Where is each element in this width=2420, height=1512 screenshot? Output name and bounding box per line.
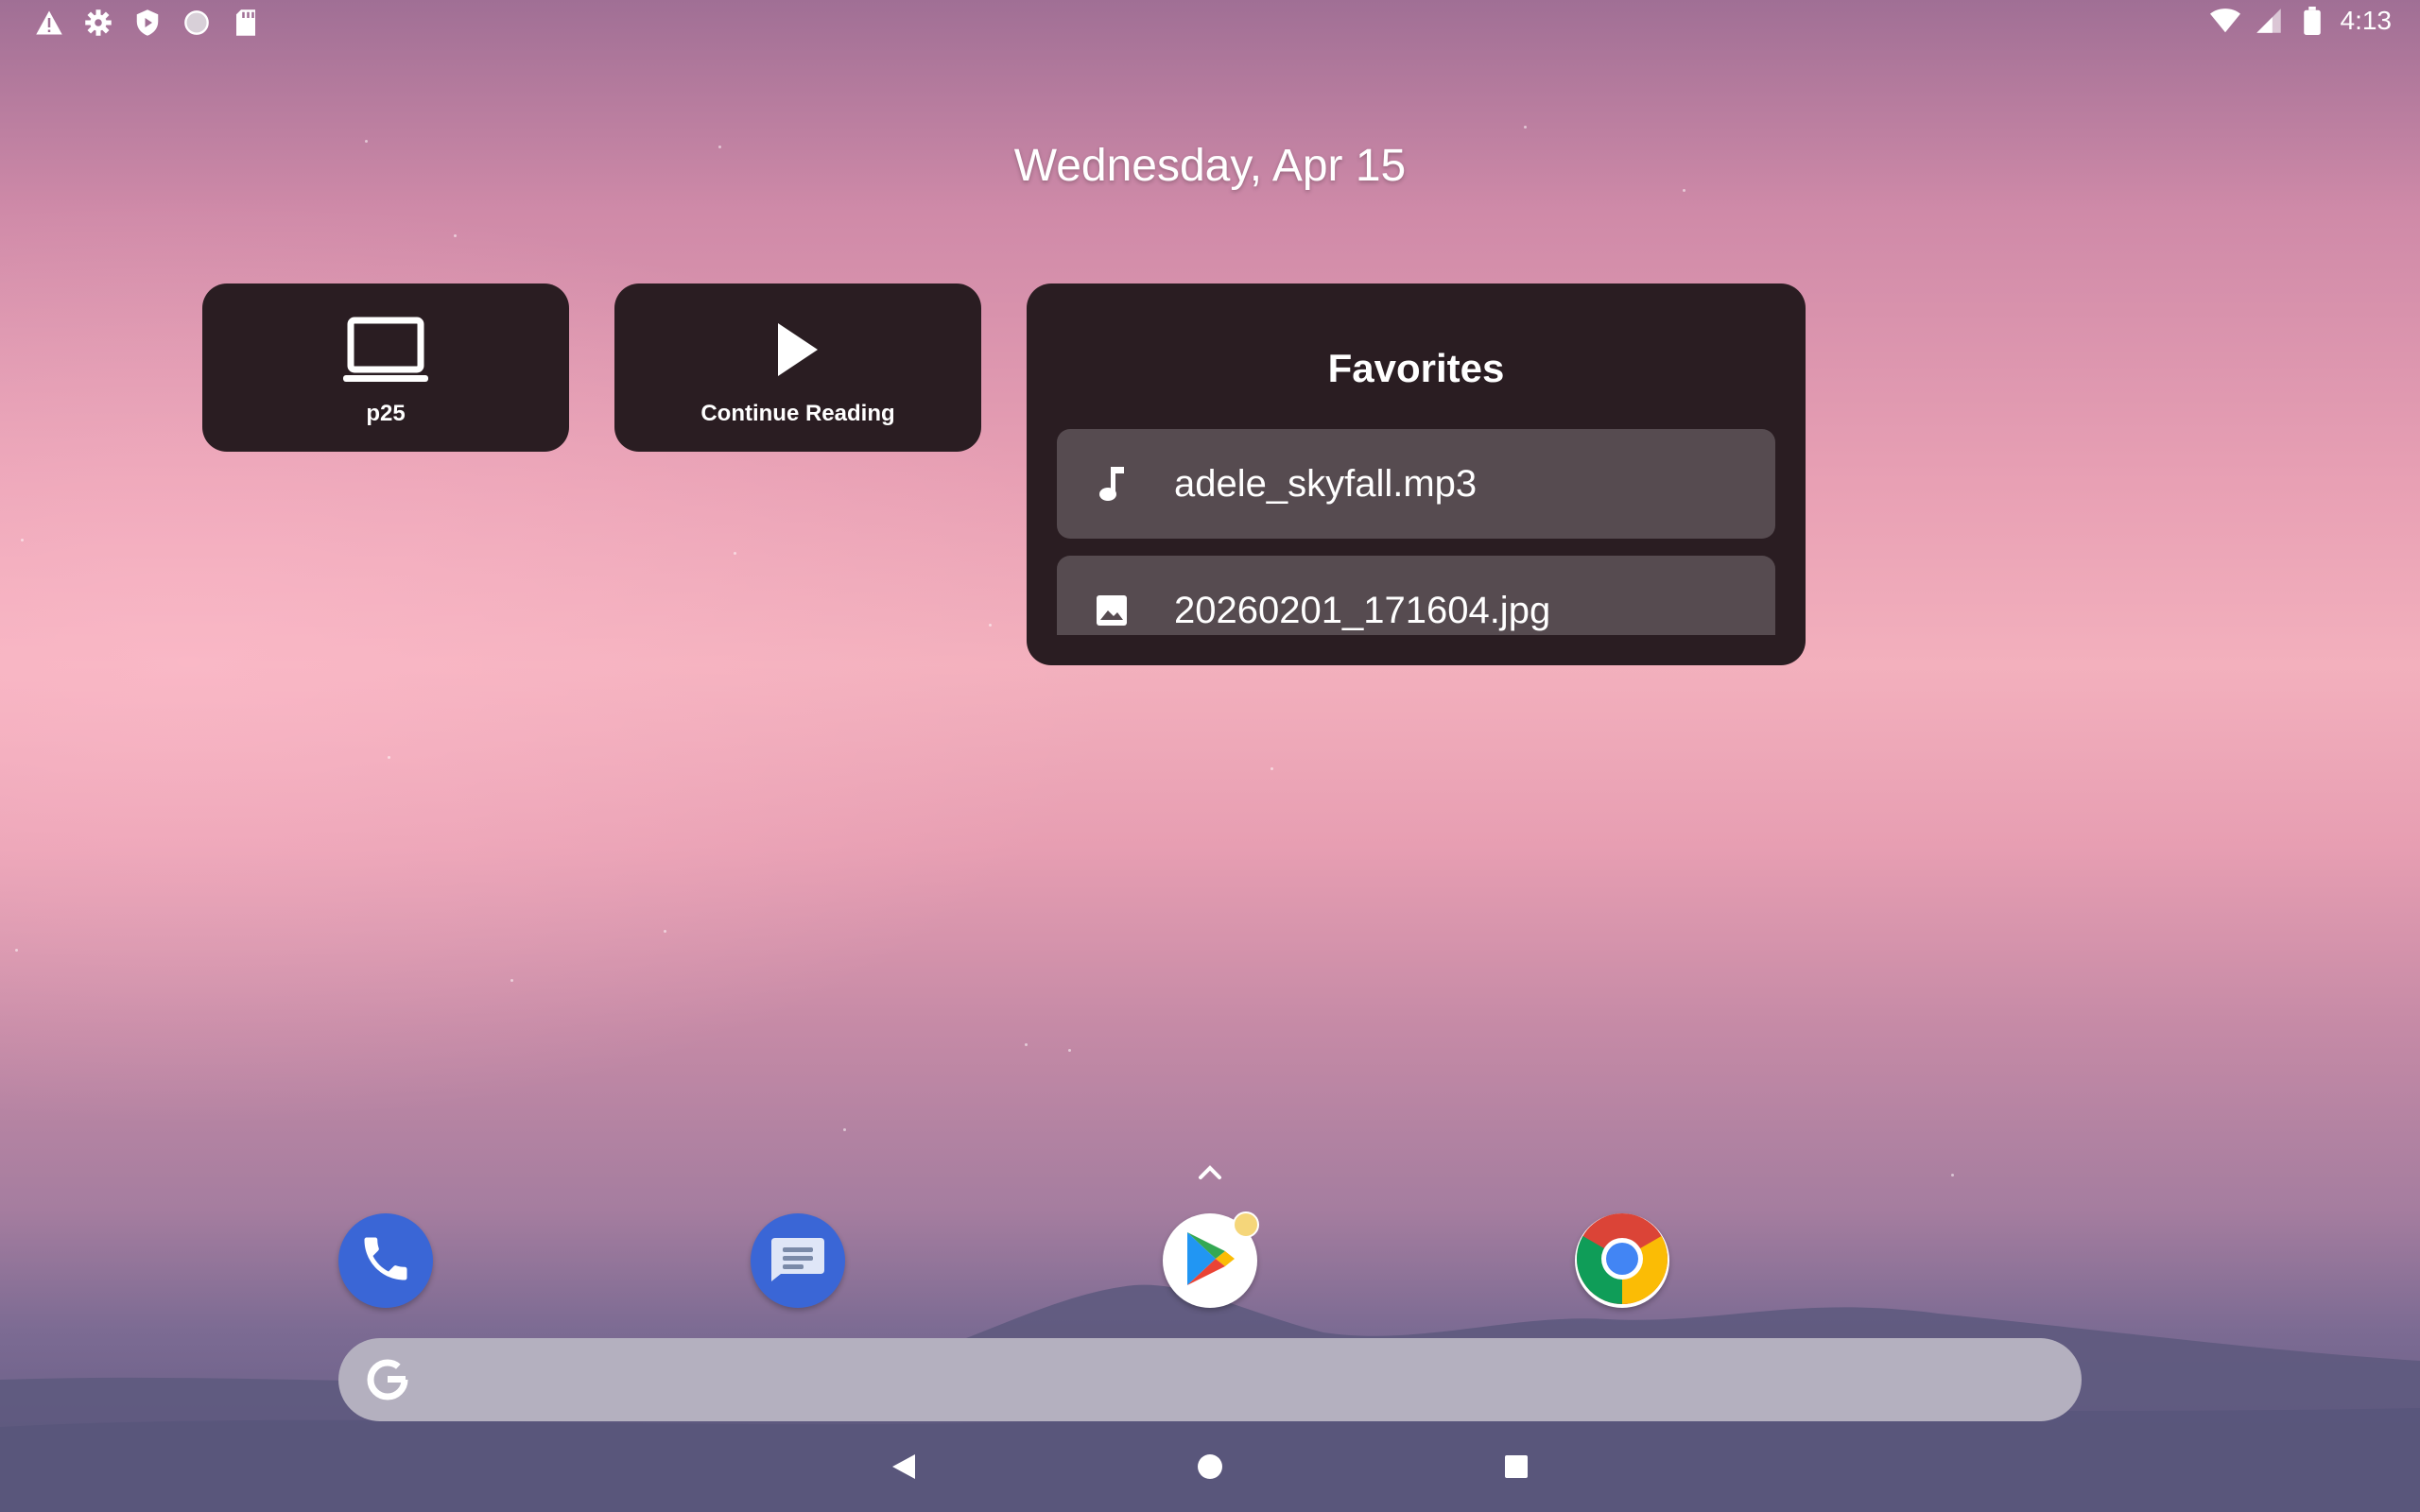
music-note-icon: [1085, 457, 1138, 510]
back-icon[interactable]: [879, 1442, 928, 1491]
favorite-item[interactable]: adele_skyfall.mp3: [1057, 429, 1775, 539]
favorite-item[interactable]: 20260201_171604.jpg: [1057, 556, 1775, 635]
cell-signal-icon: [2254, 6, 2284, 36]
favorite-name: adele_skyfall.mp3: [1174, 462, 1478, 505]
messages-app[interactable]: [751, 1213, 845, 1308]
continue-reading-label: Continue Reading: [700, 401, 895, 426]
sd-card-icon: [231, 8, 261, 38]
device-widget[interactable]: p25: [202, 284, 569, 452]
play-icon: [774, 312, 821, 387]
status-bar: 4:13: [0, 0, 2420, 45]
google-search-bar[interactable]: [338, 1338, 2082, 1421]
phone-icon: [357, 1230, 414, 1292]
shield-play-icon: [132, 8, 163, 38]
image-icon: [1085, 584, 1138, 635]
battery-icon: [2297, 6, 2327, 36]
notification-badge: [1233, 1211, 1259, 1238]
chrome-icon: [1575, 1211, 1669, 1311]
wifi-icon: [2209, 6, 2240, 36]
home-icon[interactable]: [1185, 1442, 1235, 1491]
messages-icon: [768, 1230, 828, 1292]
chrome-app[interactable]: [1575, 1211, 1669, 1311]
laptop-icon: [343, 312, 428, 387]
circle-icon: [182, 8, 212, 38]
favorite-name: 20260201_171604.jpg: [1174, 589, 1551, 631]
favorites-title: Favorites: [1327, 346, 1505, 390]
recents-icon[interactable]: [1492, 1442, 1541, 1491]
phone-app[interactable]: [338, 1213, 433, 1308]
play-store-app[interactable]: [1163, 1211, 1259, 1308]
device-label: p25: [366, 401, 406, 426]
play-store-icon: [1182, 1228, 1238, 1294]
favorites-widget: Favorites adele_skyfall.mp3 20260201_171…: [1027, 284, 1806, 665]
clock: 4:13: [2340, 6, 2393, 35]
date-widget[interactable]: Wednesday, Apr 15: [0, 140, 2420, 192]
navigation-bar: [0, 1429, 2420, 1504]
favorites-list[interactable]: adele_skyfall.mp3 20260201_171604.jpg: [1057, 429, 1775, 635]
settings-gear-icon: [83, 8, 113, 38]
chevron-up-icon[interactable]: [1195, 1160, 1225, 1183]
continue-reading-widget[interactable]: Continue Reading: [614, 284, 981, 452]
warning-icon: [34, 8, 64, 38]
google-g-icon: [361, 1353, 414, 1406]
